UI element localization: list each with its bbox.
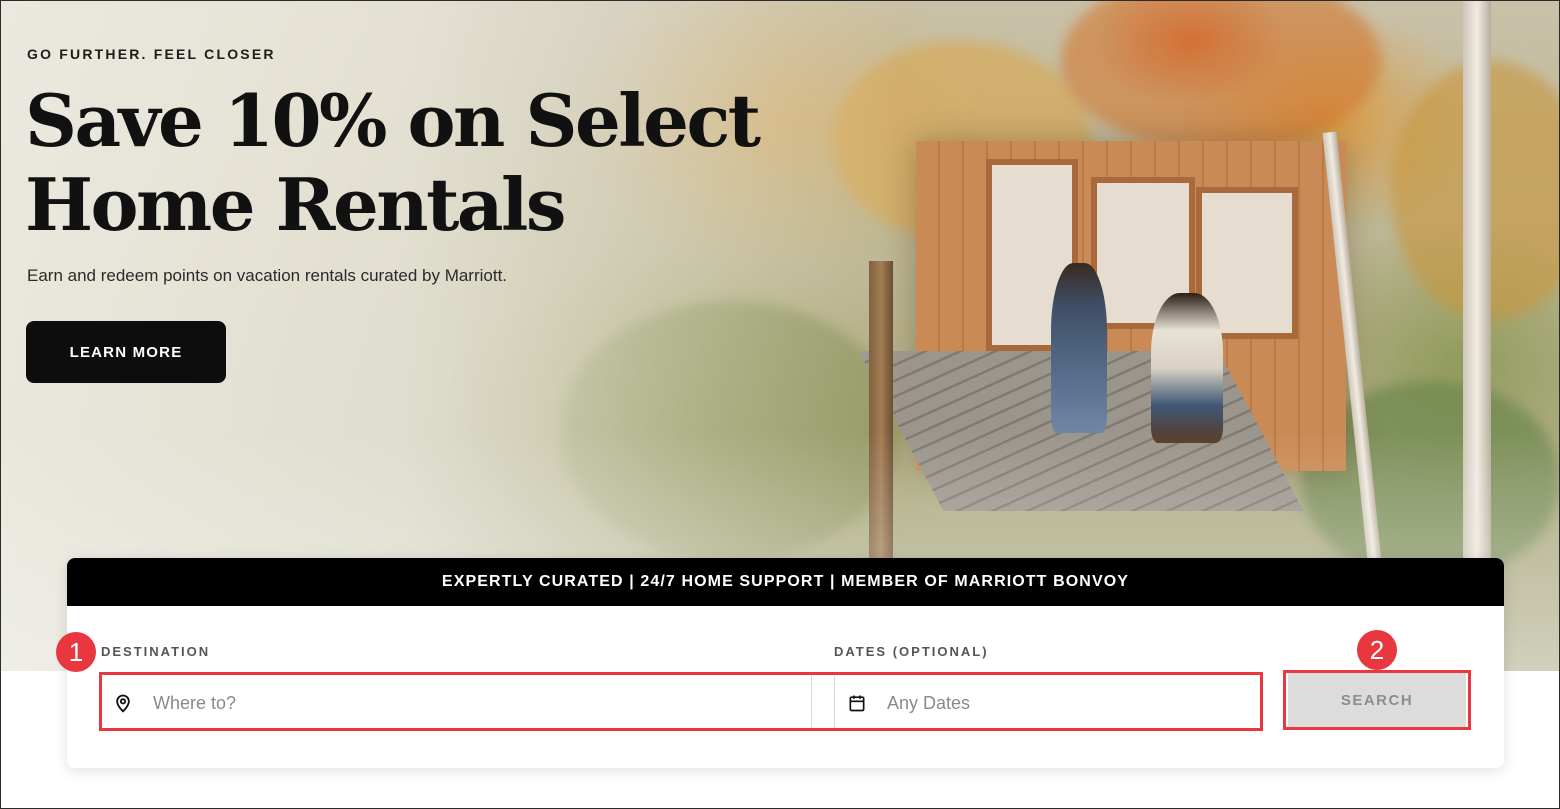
dates-label: DATES (OPTIONAL) xyxy=(834,644,989,659)
foliage-cluster xyxy=(1061,1,1381,151)
headline-line-2: Home Rentals xyxy=(25,162,566,247)
hero-eyebrow: GO FURTHER. FEEL CLOSER xyxy=(27,46,276,62)
person-figure xyxy=(1051,263,1107,433)
annotation-highlight-fields xyxy=(99,672,1263,731)
hero-headline: Save 10% on Select Home Rentals xyxy=(25,79,785,247)
destination-label: DESTINATION xyxy=(101,644,211,659)
page-frame: GO FURTHER. FEEL CLOSER Save 10% on Sele… xyxy=(0,0,1560,809)
annotation-highlight-search xyxy=(1283,670,1471,730)
value-prop-banner: EXPERTLY CURATED | 24/7 HOME SUPPORT | M… xyxy=(67,558,1504,606)
person-figure xyxy=(1151,293,1223,443)
annotation-badge-2: 2 xyxy=(1357,630,1397,670)
headline-line-1: Save 10% on Select xyxy=(25,78,761,163)
search-card: EXPERTLY CURATED | 24/7 HOME SUPPORT | M… xyxy=(67,558,1504,768)
hero-subtext: Earn and redeem points on vacation renta… xyxy=(27,266,508,285)
learn-more-button[interactable]: LEARN MORE xyxy=(26,321,226,383)
annotation-badge-1: 1 xyxy=(56,632,96,672)
